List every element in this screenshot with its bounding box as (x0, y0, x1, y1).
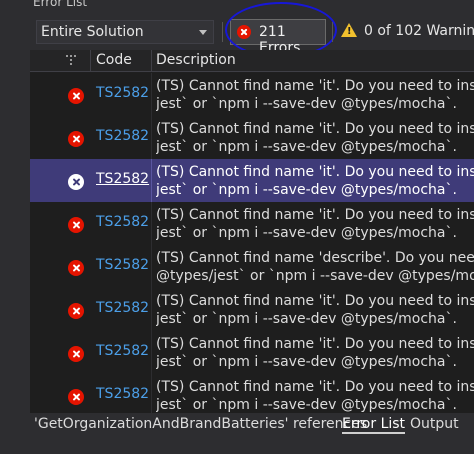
error-rows: TS2582 (TS) Cannot find name 'it'. Do yo… (30, 73, 474, 413)
column-divider (151, 374, 152, 413)
column-divider (151, 116, 152, 159)
description-line-1: (TS) Cannot find name 'it'. Do you need … (156, 336, 474, 352)
error-description: (TS) Cannot find name 'it'. Do you need … (156, 120, 474, 156)
error-circle-x-icon (68, 217, 84, 233)
column-divider (151, 159, 152, 202)
error-code-link[interactable]: TS2582 (96, 343, 149, 359)
error-code-link[interactable]: TS2582 (96, 128, 149, 144)
scope-value: Entire Solution (41, 24, 144, 40)
filter-icon[interactable] (64, 53, 78, 67)
error-description: (TS) Cannot find name 'describe'. Do you… (156, 249, 474, 285)
warning-triangle-icon: ! (341, 23, 357, 37)
toolbar-separator (222, 22, 223, 42)
bottom-strip (0, 437, 474, 454)
code-column-header[interactable]: Code (96, 52, 132, 68)
error-row[interactable]: TS2582 (TS) Cannot find name 'it'. Do yo… (30, 331, 474, 374)
error-circle-x-icon (68, 131, 84, 147)
error-circle-x-icon (68, 88, 84, 104)
error-list-toolbar: Entire Solution 211 Errors ! 0 of 102 Wa… (30, 2, 474, 58)
error-row-selected[interactable]: TS2582 (TS) Cannot find name 'it'. Do yo… (30, 159, 474, 202)
error-description: (TS) Cannot find name 'it'. Do you need … (156, 77, 474, 113)
description-line-1: (TS) Cannot find name 'it'. Do you need … (156, 207, 474, 223)
column-divider (151, 202, 152, 245)
error-code-link[interactable]: TS2582 (96, 214, 149, 230)
column-divider[interactable] (151, 50, 152, 72)
column-divider (151, 331, 152, 374)
description-line-1: (TS) Cannot find name 'it'. Do you need … (156, 293, 474, 309)
error-circle-x-icon (68, 260, 84, 276)
error-code-link[interactable]: TS2582 (96, 171, 149, 187)
panel-title: Error List (33, 0, 88, 9)
error-circle-x-icon (68, 303, 84, 319)
scope-dropdown[interactable]: Entire Solution (36, 20, 214, 44)
description-line-1: (TS) Cannot find name 'it'. Do you need … (156, 164, 474, 180)
error-description: (TS) Cannot find name 'it'. Do you need … (156, 378, 474, 413)
tab-error-list[interactable]: Error List (342, 416, 406, 434)
error-code-link[interactable]: TS2582 (96, 85, 149, 101)
description-line-2: jest` or `npm i --save-dev @types/mocha`… (156, 354, 457, 370)
warnings-filter-button[interactable]: ! 0 of 102 Warnings (338, 19, 474, 45)
column-divider (151, 245, 152, 288)
tab-output[interactable]: Output (410, 416, 459, 434)
error-row[interactable]: TS2582 (TS) Cannot find name 'it'. Do yo… (30, 288, 474, 331)
description-line-1: (TS) Cannot find name 'it'. Do you need … (156, 121, 474, 137)
error-circle-x-icon (68, 389, 84, 405)
column-header-row: Code Description (30, 50, 474, 72)
description-line-2: jest` or `npm i --save-dev @types/mocha`… (156, 182, 457, 198)
panel-tab-strip: 'GetOrganizationAndBrandBatteries' refer… (30, 413, 474, 437)
error-row[interactable]: TS2582 (TS) Cannot find name 'describe'.… (30, 245, 474, 288)
error-code-link[interactable]: TS2582 (96, 257, 149, 273)
column-divider[interactable] (90, 50, 91, 72)
error-code-link[interactable]: TS2582 (96, 300, 149, 316)
error-row[interactable]: TS2582 (TS) Cannot find name 'it'. Do yo… (30, 73, 474, 116)
column-divider (151, 73, 152, 116)
error-description: (TS) Cannot find name 'it'. Do you need … (156, 292, 474, 328)
error-description: (TS) Cannot find name 'it'. Do you need … (156, 163, 474, 199)
error-description: (TS) Cannot find name 'it'. Do you need … (156, 206, 474, 242)
description-line-2: jest` or `npm i --save-dev @types/mocha`… (156, 397, 457, 413)
description-column-header[interactable]: Description (156, 52, 236, 68)
description-line-1: (TS) Cannot find name 'it'. Do you need … (156, 379, 474, 395)
description-line-2: jest` or `npm i --save-dev @types/mocha`… (156, 225, 457, 241)
description-line-2: jest` or `npm i --save-dev @types/mocha`… (156, 96, 457, 112)
error-code-link[interactable]: TS2582 (96, 386, 149, 402)
description-line-1: (TS) Cannot find name 'it'. Do you need … (156, 78, 474, 94)
column-divider (151, 288, 152, 331)
error-row[interactable]: TS2582 (TS) Cannot find name 'it'. Do yo… (30, 374, 474, 413)
description-line-1: (TS) Cannot find name 'describe'. Do you… (156, 250, 474, 266)
warnings-count-label: 0 of 102 Warnings (364, 23, 474, 39)
error-circle-x-icon (68, 174, 84, 190)
description-line-2: jest` or `npm i --save-dev @types/mocha`… (156, 311, 457, 327)
description-line-2: @types/jest` or `npm i --save-dev @types… (156, 268, 474, 284)
left-gutter (0, 14, 30, 454)
error-row[interactable]: TS2582 (TS) Cannot find name 'it'. Do yo… (30, 202, 474, 245)
error-description: (TS) Cannot find name 'it'. Do you need … (156, 335, 474, 371)
error-circle-x-icon (68, 346, 84, 362)
chevron-down-icon (199, 30, 207, 35)
description-line-2: jest` or `npm i --save-dev @types/mocha`… (156, 139, 457, 155)
tab-references[interactable]: 'GetOrganizationAndBrandBatteries' refer… (34, 416, 367, 434)
error-row[interactable]: TS2582 (TS) Cannot find name 'it'. Do yo… (30, 116, 474, 159)
toolbar-separator (332, 22, 333, 42)
